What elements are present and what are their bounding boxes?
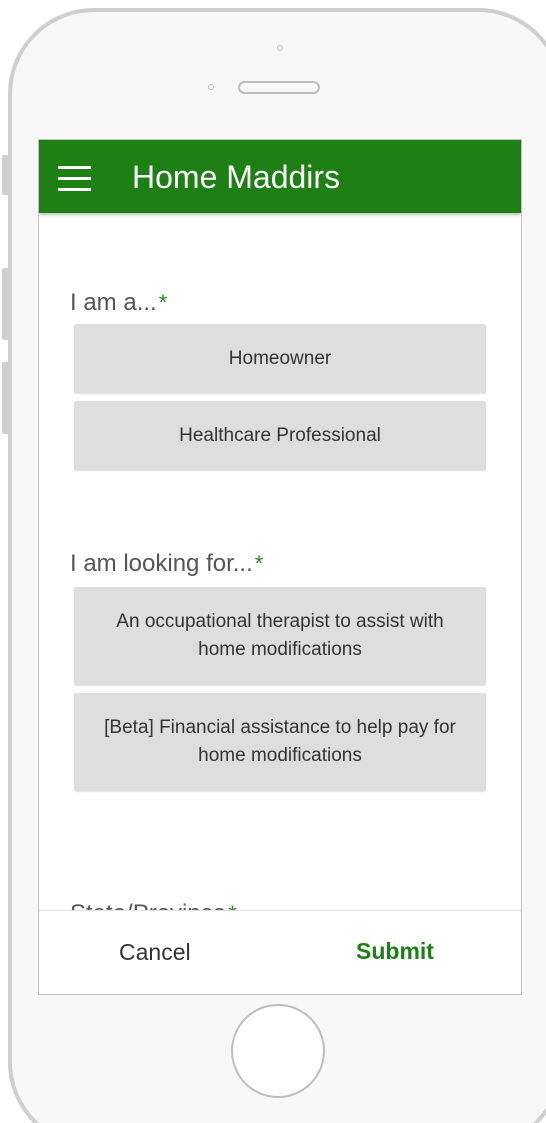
option-occupational-therapist[interactable]: An occupational therapist to assist with…	[74, 587, 486, 685]
page: Home Maddirs I am a...* Homeowner Health…	[0, 0, 546, 1123]
front-camera-icon	[277, 45, 283, 51]
required-asterisk: *	[228, 901, 237, 910]
action-bar: Cancel Submit	[39, 910, 521, 994]
state-question-label: State/Province*	[70, 900, 237, 910]
option-homeowner[interactable]: Homeowner	[74, 324, 486, 393]
option-healthcare-professional[interactable]: Healthcare Professional	[74, 401, 486, 470]
phone-screen: Home Maddirs I am a...* Homeowner Health…	[38, 139, 522, 995]
looking-for-question-text: I am looking for...	[70, 550, 253, 577]
looking-for-question-label: I am looking for...*	[70, 550, 263, 578]
earpiece-speaker	[238, 81, 320, 94]
state-question-text: State/Province	[70, 900, 226, 910]
role-question-label: I am a...*	[70, 289, 167, 317]
phone-volume-down-button	[2, 362, 8, 434]
phone-home-button[interactable]	[231, 1004, 325, 1098]
required-asterisk: *	[158, 290, 168, 315]
hamburger-menu-icon[interactable]	[58, 166, 91, 191]
submit-button[interactable]: Submit	[356, 938, 434, 965]
cancel-button[interactable]: Cancel	[119, 939, 191, 966]
option-financial-assistance[interactable]: [Beta] Financial assistance to help pay …	[74, 693, 486, 791]
app-bar: Home Maddirs	[39, 140, 521, 213]
phone-volume-up-button	[2, 268, 8, 340]
form-content[interactable]: I am a...* Homeowner Healthcare Professi…	[39, 213, 521, 910]
required-asterisk: *	[254, 551, 264, 576]
sensor-icon	[208, 84, 214, 90]
phone-mute-switch	[2, 155, 8, 195]
role-question-text: I am a...	[70, 289, 157, 316]
app-title: Home Maddirs	[132, 159, 341, 195]
